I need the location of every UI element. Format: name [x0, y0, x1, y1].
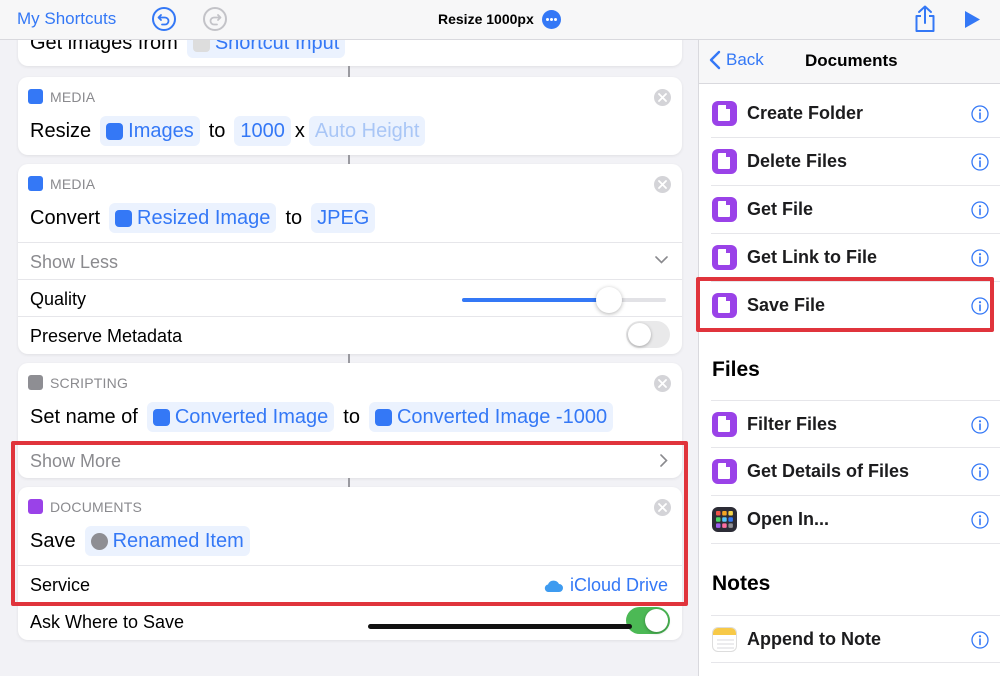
- info-icon[interactable]: [971, 416, 989, 434]
- quality-row: Quality: [18, 279, 682, 316]
- by-label: x: [294, 119, 305, 142]
- action-get-details-of-files[interactable]: Get Details of Files: [711, 448, 1000, 496]
- document-icon: [712, 101, 737, 126]
- remove-action-icon[interactable]: [654, 89, 671, 106]
- image-variable-icon: [152, 408, 170, 426]
- preserve-metadata-row: Preserve Metadata: [18, 316, 682, 353]
- get-images-action-card[interactable]: Get images from Shortcut Input: [18, 40, 682, 66]
- action-open-in[interactable]: Open In...: [711, 496, 1000, 544]
- action-verb: Set name of: [30, 405, 138, 428]
- ask-where-label: Ask Where to Save: [30, 612, 185, 632]
- panel-title: Documents: [805, 51, 898, 70]
- image-variable-icon: [374, 408, 392, 426]
- convert-action-card[interactable]: MEDIA Convert Resized Image to JPEG Show…: [18, 164, 682, 354]
- app-grid-icon: [712, 507, 737, 532]
- quality-slider-fill: [462, 298, 609, 302]
- info-icon[interactable]: [971, 153, 989, 171]
- action-filter-files[interactable]: Filter Files: [711, 400, 1000, 448]
- document-icon: [712, 197, 737, 222]
- toolbar: My Shortcuts Resize 1000px: [0, 0, 1000, 40]
- preserve-metadata-label: Preserve Metadata: [30, 326, 183, 346]
- info-icon[interactable]: [971, 249, 989, 267]
- home-indicator: [368, 624, 632, 629]
- remove-action-icon[interactable]: [654, 375, 671, 392]
- converted-image-token[interactable]: Converted Image: [146, 402, 335, 432]
- redo-icon: [209, 14, 222, 26]
- category-label: MEDIA: [50, 176, 96, 192]
- ask-where-toggle[interactable]: [626, 607, 670, 634]
- info-icon[interactable]: [971, 631, 989, 649]
- image-variable-icon: [106, 122, 124, 140]
- run-play-icon[interactable]: [963, 10, 981, 29]
- redo-button[interactable]: [203, 7, 227, 31]
- chevron-down-icon: [655, 256, 668, 264]
- to-label: to: [343, 405, 360, 428]
- undo-button[interactable]: [152, 7, 176, 31]
- action-verb: Resize: [30, 119, 92, 142]
- action-verb: Convert: [30, 206, 101, 229]
- category-label: MEDIA: [50, 89, 96, 105]
- document-icon: [712, 412, 737, 437]
- remove-action-icon[interactable]: [654, 176, 671, 193]
- shortcut-input-icon: [192, 40, 210, 52]
- to-label: to: [208, 119, 226, 142]
- info-icon[interactable]: [971, 201, 989, 219]
- quality-slider[interactable]: [462, 287, 666, 313]
- ask-where-row: Ask Where to Save: [18, 602, 682, 639]
- info-icon[interactable]: [971, 511, 989, 529]
- document-icon: [712, 149, 737, 174]
- undo-icon: [157, 14, 170, 26]
- panel-nav-bar: Back Documents: [699, 40, 1000, 84]
- share-icon[interactable]: [913, 4, 937, 34]
- more-options-icon[interactable]: [542, 10, 561, 29]
- files-section-header: Files: [712, 358, 760, 381]
- document-icon: [712, 245, 737, 270]
- resize-action-card[interactable]: MEDIA Resize Images to 1000 x Auto Heigh…: [18, 77, 682, 155]
- action-library-panel: Back Documents Create Folder Delete File…: [698, 40, 1000, 676]
- to-label: to: [285, 206, 303, 229]
- my-shortcuts-link[interactable]: My Shortcuts: [17, 9, 116, 29]
- format-field[interactable]: JPEG: [311, 203, 376, 233]
- preserve-metadata-toggle[interactable]: [626, 321, 670, 348]
- images-token[interactable]: Images: [100, 116, 200, 146]
- media-category-icon: [28, 176, 43, 191]
- notes-icon: [712, 627, 737, 652]
- chevron-left-icon: [709, 50, 721, 70]
- width-field[interactable]: 1000: [234, 116, 291, 146]
- scripting-gear-icon: [28, 375, 43, 390]
- document-icon: [712, 459, 737, 484]
- action-delete-files[interactable]: Delete Files: [711, 138, 1000, 186]
- notes-section-header: Notes: [712, 572, 771, 595]
- highlight-box: [11, 441, 688, 606]
- media-category-icon: [28, 89, 43, 104]
- panel-back-button[interactable]: Back: [709, 50, 764, 70]
- category-label: SCRIPTING: [50, 375, 129, 391]
- info-icon[interactable]: [971, 463, 989, 481]
- highlight-box: [696, 277, 994, 332]
- quality-label: Quality: [30, 289, 87, 309]
- height-field[interactable]: Auto Height: [308, 116, 426, 146]
- action-get-link-to-file[interactable]: Get Link to File: [711, 234, 1000, 282]
- image-variable-icon: [115, 209, 133, 227]
- info-icon[interactable]: [971, 105, 989, 123]
- quality-slider-thumb[interactable]: [595, 287, 622, 313]
- shortcut-title[interactable]: Resize 1000px: [438, 11, 534, 27]
- action-get-file[interactable]: Get File: [711, 186, 1000, 234]
- shortcut-input-token[interactable]: Shortcut Input: [186, 40, 346, 58]
- show-less-row[interactable]: Show Less: [18, 242, 682, 279]
- resized-image-token[interactable]: Resized Image: [109, 203, 277, 233]
- show-less-label: Show Less: [30, 252, 119, 272]
- action-append-to-note[interactable]: Append to Note: [711, 615, 1000, 663]
- action-verb: Get images from: [30, 40, 178, 54]
- new-name-token[interactable]: Converted Image -1000: [368, 402, 614, 432]
- action-create-folder[interactable]: Create Folder: [711, 90, 1000, 138]
